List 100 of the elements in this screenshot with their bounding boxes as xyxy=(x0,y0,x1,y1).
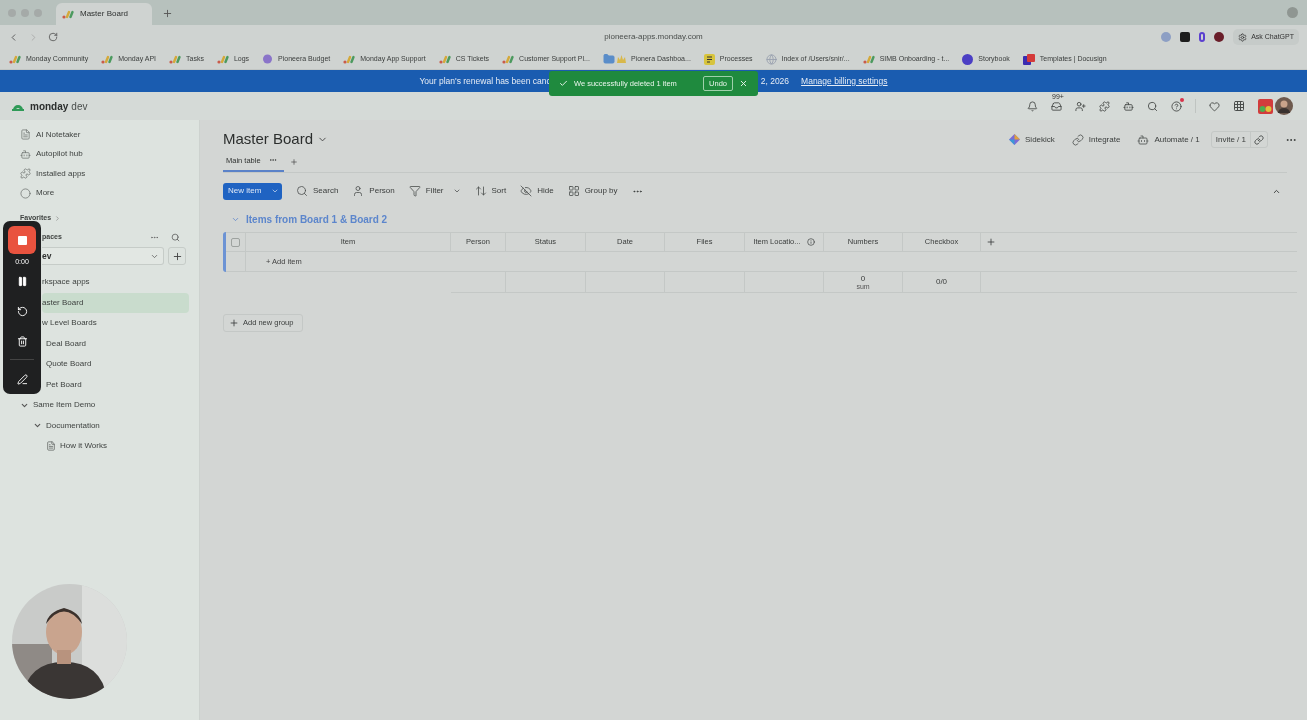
add-view-icon[interactable] xyxy=(290,158,298,166)
monday-icon xyxy=(216,54,229,64)
monday-icon xyxy=(9,54,21,64)
add-workspace-button[interactable] xyxy=(168,247,186,265)
storybook-icon xyxy=(962,53,974,65)
sort-icon xyxy=(474,185,487,197)
crown-icon xyxy=(616,55,626,63)
folder-icon xyxy=(602,53,615,65)
filter-icon xyxy=(408,185,421,197)
sidebar-tree-item[interactable]: w Level Boards xyxy=(42,313,189,334)
monday-icon xyxy=(438,54,451,64)
sidebar-tree-item[interactable]: Pet Board xyxy=(0,374,189,395)
caret-icon xyxy=(271,187,279,195)
app-launcher-icon[interactable] xyxy=(1233,100,1245,112)
chatgpt-icon xyxy=(1238,32,1248,42)
sidebar-tree-item[interactable]: Deal Board xyxy=(0,333,189,354)
close-icon[interactable] xyxy=(739,79,748,88)
new-item-button[interactable]: New item xyxy=(223,182,282,200)
monday-icon xyxy=(62,9,74,19)
avatar[interactable] xyxy=(1275,97,1293,115)
reload-icon[interactable] xyxy=(48,32,58,42)
address-bar[interactable]: pioneera-apps.monday.com xyxy=(604,31,703,43)
heart-icon[interactable] xyxy=(1209,100,1220,112)
check-icon xyxy=(559,79,568,88)
board-action[interactable]: Sidekick xyxy=(1009,133,1055,146)
sidebar-item[interactable]: More xyxy=(20,183,199,203)
hide-icon xyxy=(520,185,533,197)
copy-link-icon[interactable] xyxy=(1254,134,1264,145)
caret-icon xyxy=(452,187,461,195)
extension-icon[interactable] xyxy=(1180,32,1191,42)
invite-members-icon[interactable] xyxy=(1075,100,1086,112)
board-action[interactable]: Automate / 1 xyxy=(1137,133,1200,146)
toolbar-button[interactable]: Filter xyxy=(408,185,461,197)
help-icon[interactable] xyxy=(1171,100,1182,112)
toolbar-button[interactable]: Hide xyxy=(520,185,554,197)
robot-icon[interactable] xyxy=(1123,100,1134,112)
toolbar-button[interactable]: Sort xyxy=(474,185,507,197)
sidebar-tree-item[interactable]: aster Board xyxy=(42,292,189,313)
toolbar-button[interactable]: Person xyxy=(352,185,395,197)
robot-icon xyxy=(20,148,31,160)
monday-icon xyxy=(862,54,875,64)
puzzle-icon xyxy=(20,168,31,180)
sidebar-item[interactable]: Installed apps xyxy=(20,164,199,184)
workspace-dropdown[interactable]: ev xyxy=(42,247,164,265)
sidebar-tree-item[interactable]: Same Item Demo xyxy=(0,395,189,416)
monday-icon xyxy=(101,54,114,64)
sidebar-item[interactable]: AI Notetaker xyxy=(20,125,199,145)
tree-item-label: Pet Board xyxy=(46,378,82,391)
restart-icon[interactable] xyxy=(16,305,28,317)
browser-tab[interactable]: Master Board xyxy=(56,3,152,25)
sidebar-item[interactable]: Autopilot hub xyxy=(20,144,199,164)
board-title[interactable]: Master Board xyxy=(223,128,314,151)
sidebar-tree-item[interactable]: rkspace apps xyxy=(42,272,189,293)
tree-item-label: Deal Board xyxy=(46,337,87,350)
select-all-checkbox[interactable] xyxy=(231,237,240,247)
notes-icon xyxy=(20,129,31,141)
brain-icon xyxy=(262,53,274,65)
info-icon xyxy=(806,238,815,246)
stop-recording-button[interactable] xyxy=(8,226,36,254)
tree-item-label: aster Board xyxy=(42,296,84,309)
monday-icon xyxy=(169,54,181,64)
banner-text: 2, 2026 xyxy=(760,74,790,88)
tree-item-label: Documentation xyxy=(46,419,100,432)
tree-item-label: Same Item Demo xyxy=(33,399,96,412)
sidebar-tree-item[interactable]: Documentation xyxy=(0,415,189,436)
new-tab-icon[interactable] xyxy=(162,8,173,19)
draw-icon[interactable] xyxy=(16,373,28,385)
search-icon[interactable] xyxy=(1147,100,1158,112)
board-action[interactable]: Integrate xyxy=(1071,133,1121,146)
sparkle-icon xyxy=(1009,134,1020,145)
tree-item-label: w Level Boards xyxy=(42,317,97,330)
extension-icon[interactable] xyxy=(1214,32,1225,42)
pause-icon[interactable] xyxy=(16,275,28,287)
tree-item-label: rkspace apps xyxy=(42,276,90,289)
plus-icon xyxy=(229,318,239,328)
monday-icon xyxy=(343,54,356,64)
notifications-icon[interactable] xyxy=(1027,100,1038,112)
inbox-icon[interactable] xyxy=(1051,100,1062,112)
search-icon xyxy=(296,185,308,197)
sidebar-tree-item[interactable]: Quote Board xyxy=(0,354,189,375)
plus-icon xyxy=(171,250,183,262)
group-icon xyxy=(567,185,580,197)
sidebar-tree-item[interactable]: How it Works xyxy=(0,436,189,457)
docusign-icon xyxy=(1022,53,1035,65)
search-icon[interactable] xyxy=(171,232,180,242)
tree-item-label: Quote Board xyxy=(46,358,92,371)
toolbar-button[interactable]: Group by xyxy=(567,185,618,197)
apps-icon[interactable] xyxy=(1099,100,1110,112)
robot-icon xyxy=(1137,133,1150,146)
more-icon xyxy=(20,187,31,199)
add-column-icon[interactable] xyxy=(986,237,996,247)
delete-icon[interactable] xyxy=(16,335,28,347)
person-icon xyxy=(352,185,365,197)
billing-settings-link[interactable]: Manage billing settings xyxy=(801,74,888,88)
numbers-summary: 0 xyxy=(860,274,866,283)
app-logo-suffix: dev xyxy=(71,99,88,114)
tree-item-label: How it Works xyxy=(60,440,107,453)
monday-icon xyxy=(502,54,515,64)
toolbar-button[interactable]: Search xyxy=(296,185,339,197)
globe-icon xyxy=(765,53,777,65)
